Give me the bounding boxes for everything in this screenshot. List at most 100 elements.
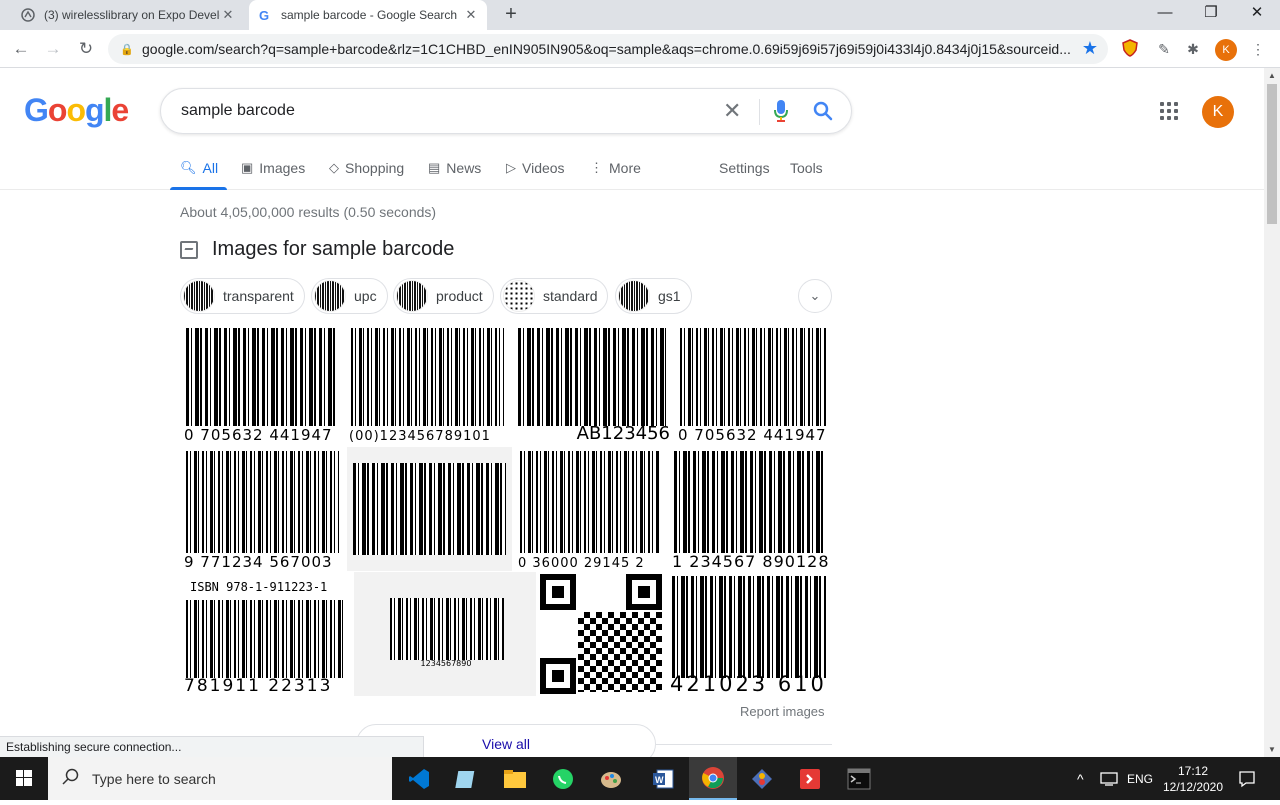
barcode-bars	[186, 451, 339, 553]
shield-extension-icon[interactable]	[1120, 39, 1140, 59]
barcode-number: 9 771234 567003	[184, 553, 333, 571]
play-icon: ▷	[506, 160, 516, 175]
tab-shopping[interactable]: ◇ Shopping	[329, 160, 404, 176]
forward-button[interactable]: →	[40, 36, 66, 62]
barcode-number: 421023 610	[670, 672, 827, 696]
chip-label: upc	[354, 288, 377, 304]
tools-link[interactable]: Tools	[790, 160, 823, 176]
git-client-icon[interactable]	[786, 757, 834, 800]
clear-icon[interactable]: ✕	[723, 98, 741, 124]
close-tab-icon[interactable]: ✕	[463, 7, 479, 23]
bookmark-star-icon[interactable]: ★	[1082, 38, 1098, 59]
chip-label: standard	[543, 288, 598, 304]
tab-images[interactable]: ▣ Images	[241, 160, 305, 176]
page-scrollbar[interactable]: ▲ ▼	[1264, 68, 1280, 757]
barcode-number: 0 705632 441947	[678, 426, 827, 444]
qr-finder-pattern	[540, 574, 576, 610]
status-bubble: Establishing secure connection...	[0, 736, 424, 757]
new-tab-button[interactable]: +	[500, 3, 522, 25]
microphone-icon[interactable]	[773, 99, 789, 128]
chip-transparent[interactable]: transparent	[180, 278, 305, 314]
account-avatar[interactable]: K	[1202, 96, 1234, 128]
barcode-number: (00)123456789101	[349, 429, 491, 444]
qr-code-image[interactable]	[538, 572, 664, 696]
chip-thumbnail	[183, 280, 215, 312]
vscode-icon[interactable]	[395, 757, 443, 800]
barcode-bars	[520, 451, 660, 553]
file-explorer-icon[interactable]	[491, 757, 539, 800]
chip-upc[interactable]: upc	[311, 278, 388, 314]
barcode-image[interactable]: 0 705632 441947	[180, 324, 343, 444]
search-box[interactable]: sample barcode ✕	[160, 88, 852, 134]
whatsapp-icon[interactable]	[539, 757, 587, 800]
tab-news[interactable]: ▤ News	[428, 160, 481, 176]
chip-label: transparent	[223, 288, 294, 304]
google-logo[interactable]: Google	[24, 92, 129, 129]
taskbar-search[interactable]: Type here to search	[48, 757, 392, 800]
images-heading[interactable]: Images for sample barcode	[180, 238, 454, 261]
windows-start-icon[interactable]	[0, 757, 48, 800]
barcode-image[interactable]: 421023 610	[666, 572, 832, 696]
scroll-up-icon[interactable]: ▲	[1264, 71, 1280, 80]
tab-expo[interactable]: (3) wirelesslibrary on Expo Develo ✕	[12, 0, 244, 30]
puzzle-extensions-icon[interactable]: ✱	[1183, 39, 1203, 59]
search-input[interactable]: sample barcode	[181, 102, 295, 120]
sourcetree-icon[interactable]	[738, 757, 786, 800]
logo-letter: g	[84, 92, 105, 128]
scroll-thumb[interactable]	[1267, 84, 1277, 224]
barcode-bars	[390, 598, 504, 660]
barcode-image[interactable]: 0 36000 29145 2	[514, 447, 666, 571]
search-icon[interactable]	[811, 99, 835, 128]
qr-modules	[578, 612, 662, 692]
barcode-image[interactable]: ISBN 978-1-911223-1 781911 22313	[180, 572, 352, 696]
result-stats: About 4,05,00,000 results (0.50 seconds)	[180, 204, 437, 220]
clock[interactable]: 17:12 12/12/2020	[1162, 757, 1224, 800]
barcode-image[interactable]: 9 771234 567003	[180, 447, 345, 571]
eyedropper-extension-icon[interactable]: ✎	[1154, 39, 1174, 59]
notifications-icon[interactable]	[1238, 757, 1256, 800]
page-content: Google sample barcode ✕ K 🔍︎ All ▣ Images …	[0, 68, 1264, 757]
barcode-image[interactable]: (00)123456789101	[345, 324, 510, 444]
barcode-bars	[518, 328, 666, 426]
barcode-image[interactable]: 1 234567 890128	[668, 447, 832, 571]
paint-icon[interactable]	[587, 757, 635, 800]
tab-all[interactable]: 🔍︎ All	[180, 160, 218, 176]
google-apps-icon[interactable]	[1160, 102, 1180, 122]
minimize-button[interactable]: —	[1142, 0, 1188, 28]
barcode-image[interactable]: AB123456	[512, 324, 672, 444]
tab-google-search[interactable]: G sample barcode - Google Search ✕	[249, 0, 487, 30]
network-icon[interactable]	[1100, 757, 1118, 800]
show-hidden-icons[interactable]: ^	[1077, 757, 1084, 800]
address-bar[interactable]: 🔒 google.com/search?q=sample+barcode&rlz…	[108, 34, 1108, 64]
settings-link[interactable]: Settings	[719, 160, 770, 176]
report-images-link[interactable]: Report images	[740, 704, 825, 719]
barcode-image[interactable]: 0 705632 441947	[674, 324, 832, 444]
image-icon: ▣	[241, 160, 254, 175]
word-icon[interactable]: W	[639, 757, 687, 800]
close-window-button[interactable]: ✕	[1234, 0, 1280, 28]
tab-videos[interactable]: ▷ Videos	[506, 160, 565, 176]
chip-thumbnail	[396, 280, 428, 312]
barcode-image[interactable]	[347, 447, 512, 571]
barcode-number: 0 705632 441947	[184, 426, 333, 444]
profile-avatar[interactable]: K	[1215, 39, 1237, 61]
barcode-image[interactable]: 1234567890	[354, 572, 536, 696]
chevron-down-icon[interactable]: ⌄	[798, 279, 832, 313]
chip-gs1[interactable]: gs1	[615, 278, 692, 314]
chrome-menu-icon[interactable]: ⋮	[1248, 39, 1268, 59]
terminal-icon[interactable]	[835, 757, 883, 800]
tab-more[interactable]: ⋮ More	[590, 160, 641, 176]
chip-standard[interactable]: standard	[500, 278, 609, 314]
reload-button[interactable]: ↻	[73, 36, 99, 62]
logo-letter: o	[66, 92, 86, 128]
tab-videos-label: Videos	[522, 160, 565, 176]
close-tab-icon[interactable]: ✕	[220, 7, 236, 23]
restore-button[interactable]: ❐	[1188, 0, 1234, 28]
language-indicator[interactable]: ENG	[1127, 757, 1153, 800]
chip-product[interactable]: product	[393, 278, 494, 314]
chrome-icon[interactable]	[689, 757, 737, 800]
tab-all-label: All	[202, 160, 219, 176]
back-button[interactable]: ←	[8, 36, 34, 62]
scroll-down-icon[interactable]: ▼	[1264, 745, 1280, 754]
notepad-icon[interactable]	[443, 757, 491, 800]
